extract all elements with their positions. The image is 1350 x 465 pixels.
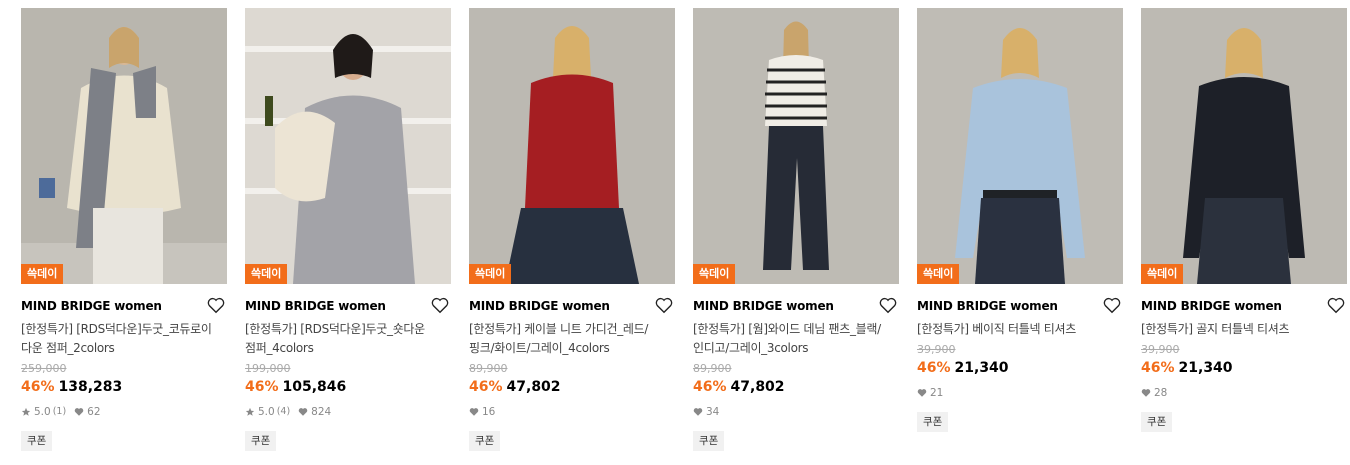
- brand-name[interactable]: MIND BRIDGE women: [693, 296, 899, 316]
- like-count: 34: [706, 406, 720, 418]
- promo-badge: 쓱데이: [469, 264, 512, 284]
- sale-price: 105,846: [282, 379, 347, 395]
- heart-outline-icon[interactable]: [879, 297, 897, 314]
- product-card[interactable]: 쓱데이 MIND BRIDGE women [한정특가] [RDS덕다운]두굿_…: [21, 8, 227, 451]
- heart-filled-icon: [298, 408, 308, 416]
- product-stats: 21: [917, 386, 1123, 400]
- like-count: 62: [87, 406, 101, 418]
- sale-price: 47,802: [506, 379, 561, 395]
- coupon-badge[interactable]: 쿠폰: [1141, 412, 1173, 432]
- promo-badge: 쓱데이: [245, 264, 288, 284]
- product-photo: [917, 8, 1123, 284]
- price-row: 46% 21,340: [917, 359, 1123, 377]
- product-name[interactable]: [한정특가] 베이직 터틀넥 티셔츠: [917, 320, 1123, 339]
- price-row: 46% 105,846: [245, 378, 451, 396]
- heart-outline-icon[interactable]: [207, 297, 225, 314]
- promo-badge: 쓱데이: [21, 264, 64, 284]
- original-price: 89,900: [469, 362, 508, 375]
- sale-price: 21,340: [1178, 360, 1233, 376]
- heart-outline-icon[interactable]: [431, 297, 449, 314]
- product-stats: 28: [1141, 386, 1347, 400]
- product-photo: [693, 8, 899, 284]
- product-image[interactable]: 쓱데이: [21, 8, 227, 284]
- review-count: (1): [52, 406, 67, 417]
- discount-rate: 46%: [21, 379, 55, 395]
- product-image[interactable]: 쓱데이: [693, 8, 899, 284]
- heart-filled-icon: [74, 408, 84, 416]
- heart-filled-icon: [1141, 389, 1151, 397]
- product-stats: 34: [693, 405, 899, 419]
- star-icon: [245, 407, 255, 416]
- rating-value: 5.0: [258, 406, 275, 418]
- product-image[interactable]: 쓱데이: [917, 8, 1123, 284]
- promo-badge: 쓱데이: [693, 264, 736, 284]
- product-grid: 쓱데이 MIND BRIDGE women [한정특가] [RDS덕다운]두굿_…: [0, 0, 1350, 465]
- product-stats: 5.0 (4) 824: [245, 405, 451, 419]
- brand-name[interactable]: MIND BRIDGE women: [21, 296, 227, 316]
- original-price: 199,000: [245, 362, 291, 375]
- like-count: 28: [1154, 387, 1168, 399]
- product-name[interactable]: [한정특가] [RDS덕다운]두굿_숏다운 점퍼_4colors: [245, 320, 451, 358]
- price-row: 46% 47,802: [693, 378, 899, 396]
- coupon-badge[interactable]: 쿠폰: [917, 412, 949, 432]
- product-card[interactable]: 쓱데이 MIND BRIDGE women [한정특가] 골지 터틀넥 티셔츠 …: [1141, 8, 1347, 432]
- product-name[interactable]: [한정특가] [웜]와이드 데님 팬츠_블랙/ 인디고/그레이_3colors: [693, 320, 899, 358]
- coupon-badge[interactable]: 쿠폰: [469, 431, 501, 451]
- product-photo: [469, 8, 675, 284]
- star-icon: [21, 407, 31, 416]
- brand-name[interactable]: MIND BRIDGE women: [469, 296, 675, 316]
- product-card[interactable]: 쓱데이 MIND BRIDGE women [한정특가] [웜]와이드 데님 팬…: [693, 8, 899, 451]
- brand-name[interactable]: MIND BRIDGE women: [917, 296, 1123, 316]
- sale-price: 138,283: [58, 379, 123, 395]
- heart-filled-icon: [917, 389, 927, 397]
- heart-filled-icon: [469, 408, 479, 416]
- original-price: 89,900: [693, 362, 732, 375]
- price-row: 46% 47,802: [469, 378, 675, 396]
- sale-price: 47,802: [730, 379, 785, 395]
- heart-filled-icon: [693, 408, 703, 416]
- original-price: 259,000: [21, 362, 67, 375]
- product-name[interactable]: [한정특가] [RDS덕다운]두굿_코듀로이 다운 점퍼_2colors: [21, 320, 227, 358]
- price-row: 46% 21,340: [1141, 359, 1347, 377]
- product-card[interactable]: 쓱데이 MIND BRIDGE women [한정특가] [RDS덕다운]두굿_…: [245, 8, 451, 451]
- product-image[interactable]: 쓱데이: [1141, 8, 1347, 284]
- discount-rate: 46%: [1141, 360, 1175, 376]
- coupon-badge[interactable]: 쿠폰: [693, 431, 725, 451]
- coupon-badge[interactable]: 쿠폰: [21, 431, 53, 451]
- sale-price: 21,340: [954, 360, 1009, 376]
- promo-badge: 쓱데이: [917, 264, 960, 284]
- like-count: 21: [930, 387, 944, 399]
- heart-outline-icon[interactable]: [655, 297, 673, 314]
- product-name[interactable]: [한정특가] 케이블 니트 가디건_레드/ 핑크/화이트/그레이_4colors: [469, 320, 675, 358]
- product-stats: 5.0 (1) 62: [21, 405, 227, 419]
- promo-badge: 쓱데이: [1141, 264, 1184, 284]
- product-card[interactable]: 쓱데이 MIND BRIDGE women [한정특가] 케이블 니트 가디건_…: [469, 8, 675, 451]
- product-image[interactable]: 쓱데이: [245, 8, 451, 284]
- brand-name[interactable]: MIND BRIDGE women: [245, 296, 451, 316]
- discount-rate: 46%: [245, 379, 279, 395]
- coupon-badge[interactable]: 쿠폰: [245, 431, 277, 451]
- original-price: 39,900: [917, 343, 956, 356]
- heart-outline-icon[interactable]: [1327, 297, 1345, 314]
- price-row: 46% 138,283: [21, 378, 227, 396]
- product-card[interactable]: 쓱데이 MIND BRIDGE women [한정특가] 베이직 터틀넥 티셔츠…: [917, 8, 1123, 432]
- product-stats: 16: [469, 405, 675, 419]
- discount-rate: 46%: [469, 379, 503, 395]
- product-photo: [1141, 8, 1347, 284]
- discount-rate: 46%: [693, 379, 727, 395]
- like-count: 824: [311, 406, 332, 418]
- like-count: 16: [482, 406, 496, 418]
- original-price: 39,900: [1141, 343, 1180, 356]
- product-image[interactable]: 쓱데이: [469, 8, 675, 284]
- heart-outline-icon[interactable]: [1103, 297, 1121, 314]
- product-photo: [245, 8, 451, 284]
- review-count: (4): [276, 406, 291, 417]
- product-name[interactable]: [한정특가] 골지 터틀넥 티셔츠: [1141, 320, 1347, 339]
- rating-value: 5.0: [34, 406, 51, 418]
- product-photo: [21, 8, 227, 284]
- brand-name[interactable]: MIND BRIDGE women: [1141, 296, 1347, 316]
- discount-rate: 46%: [917, 360, 951, 376]
